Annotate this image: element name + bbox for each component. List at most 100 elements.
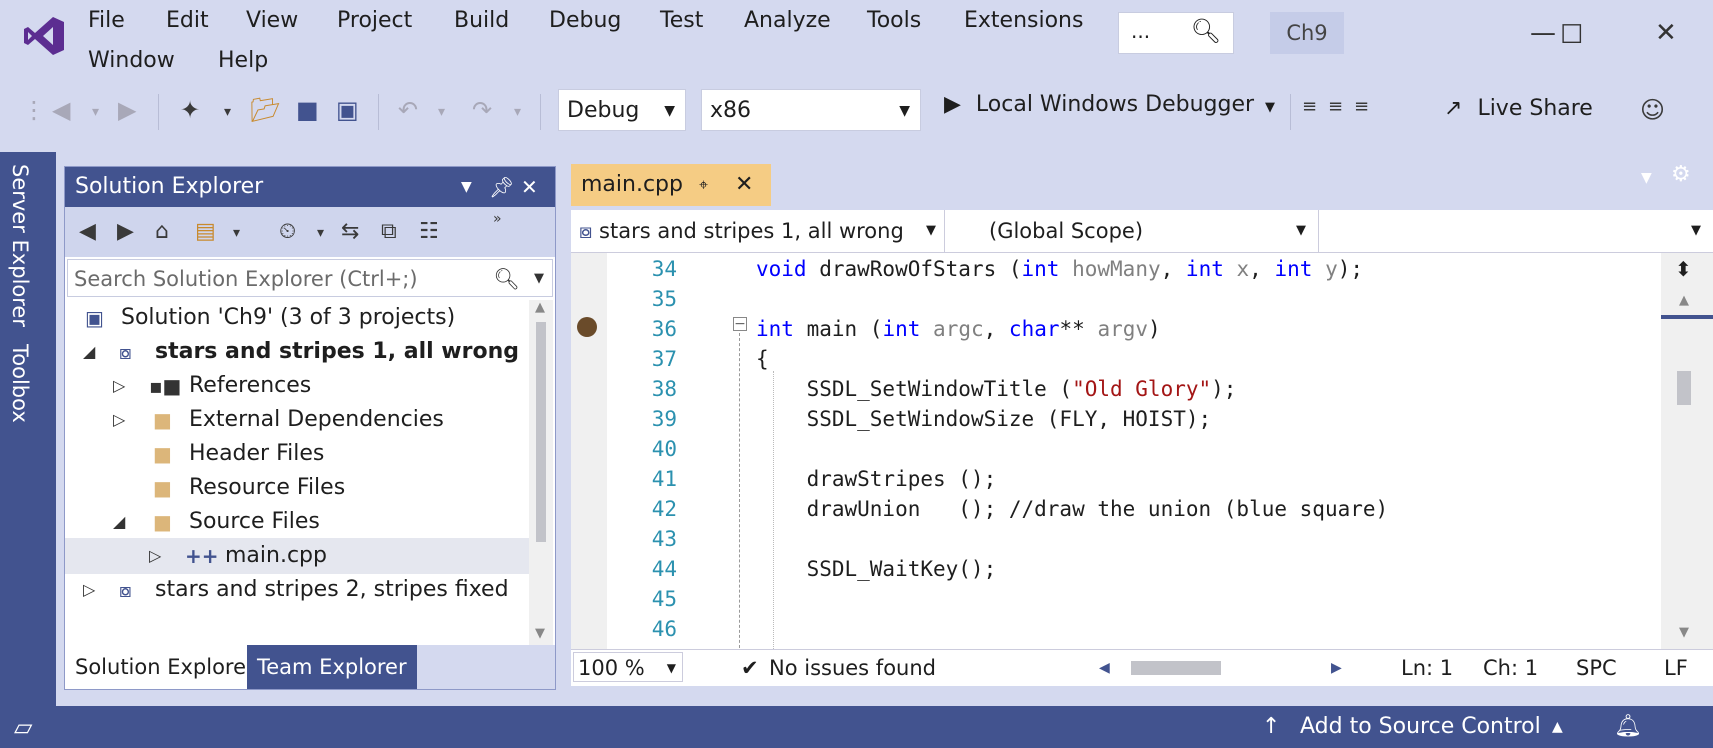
menu-file[interactable]: File: [88, 8, 125, 33]
open-folder-icon[interactable]: 📂︎: [250, 96, 280, 124]
start-debugging-button[interactable]: ▶ Local Windows Debugger ▼: [944, 92, 1275, 117]
solution-tree-scrollbar[interactable]: ▲ ▼: [529, 300, 553, 645]
back-dropdown-icon[interactable]: ▾: [92, 104, 99, 120]
back-icon[interactable]: ◀: [79, 219, 96, 244]
line-indicator[interactable]: Ln: 1: [1401, 650, 1453, 686]
tab-team-explorer[interactable]: Team Explorer: [247, 645, 417, 689]
menu-window[interactable]: Window: [88, 48, 175, 73]
code-area[interactable]: − 34 35 36 37 38 39 40 41 42 43 44 45 46…: [571, 253, 1661, 649]
configuration-select[interactable]: Debug ▼: [558, 89, 686, 131]
toolbox-tab[interactable]: Toolbox: [8, 344, 32, 423]
horizontal-scroll-thumb[interactable]: [1131, 661, 1221, 675]
step-into-icon[interactable]: ≡: [1328, 96, 1343, 117]
scroll-down-icon[interactable]: ▼: [1679, 625, 1689, 640]
source-control-label[interactable]: Add to Source Control: [1300, 706, 1541, 748]
maximize-icon[interactable]: ☐: [1560, 20, 1583, 50]
tree-item-project-1[interactable]: ◢ ⧇ stars and stripes 1, all wrong: [65, 334, 529, 370]
menu-help[interactable]: Help: [218, 48, 268, 73]
gear-icon[interactable]: ⚙: [1671, 162, 1691, 187]
breakpoint-gutter[interactable]: [571, 253, 607, 649]
scroll-up-icon[interactable]: ▲: [1679, 293, 1689, 308]
collapse-region-icon[interactable]: −: [733, 317, 747, 331]
panel-menu-icon[interactable]: ▼: [461, 167, 472, 207]
output-window-icon[interactable]: ▱: [14, 706, 32, 748]
navigate-forward-icon[interactable]: ▶: [118, 96, 136, 124]
tree-item-project-2[interactable]: ▷ ⧇ stars and stripes 2, stripes fixed: [65, 572, 529, 608]
platform-select[interactable]: x86 ▼: [701, 89, 921, 131]
save-all-icon[interactable]: ▣: [336, 96, 359, 124]
pending-changes-icon[interactable]: ⏲: [279, 219, 296, 244]
pending-dropdown-icon[interactable]: ▾: [317, 225, 324, 241]
overflow-icon[interactable]: »: [493, 211, 502, 227]
redo-icon[interactable]: ↷: [472, 96, 492, 124]
scroll-left-icon[interactable]: ◀: [1099, 650, 1110, 686]
menu-test[interactable]: Test: [660, 8, 703, 33]
collapse-all-icon[interactable]: ⧉: [381, 219, 397, 244]
redo-dropdown-icon[interactable]: ▾: [514, 104, 521, 120]
zoom-select[interactable]: 100 % ▼: [573, 652, 683, 682]
menu-extensions[interactable]: Extensions: [964, 8, 1083, 33]
notifications-icon[interactable]: 🔔︎: [1614, 706, 1642, 748]
menu-debug[interactable]: Debug: [549, 8, 621, 33]
show-all-files-icon[interactable]: ☷: [419, 219, 439, 244]
line-ending-indicator[interactable]: LF: [1664, 650, 1688, 686]
project-scope-select[interactable]: ⧇ stars and stripes 1, all wrong ▼: [571, 210, 945, 252]
feedback-icon[interactable]: ☺: [1640, 96, 1665, 124]
minimize-icon[interactable]: —: [1530, 18, 1556, 48]
solution-search-input[interactable]: Search Solution Explorer (Ctrl+;) 🔍︎ ▼: [67, 259, 553, 297]
pin-icon[interactable]: 📌︎: [489, 167, 514, 207]
scroll-up-icon[interactable]: ▲: [535, 300, 545, 315]
global-scope-select[interactable]: (Global Scope) ▼: [949, 210, 1319, 252]
tree-item-solution[interactable]: ▣ Solution 'Ch9' (3 of 3 projects): [65, 300, 529, 336]
close-panel-icon[interactable]: ✕: [521, 167, 538, 207]
tree-item-external-dependencies[interactable]: ▷ ■ External Dependencies: [65, 402, 529, 438]
scrollbar-thumb[interactable]: [536, 322, 546, 542]
undo-icon[interactable]: ↶: [398, 96, 418, 124]
navigate-back-icon[interactable]: ◀: [52, 96, 70, 124]
tree-item-source-files[interactable]: ◢ ■ Source Files: [65, 504, 529, 540]
server-explorer-tab[interactable]: Server Explorer: [8, 164, 32, 327]
issues-status[interactable]: No issues found: [769, 650, 936, 686]
editor-vertical-scrollbar[interactable]: ⬍ ▲ ▼: [1661, 253, 1713, 649]
new-project-icon[interactable]: ✦: [180, 96, 200, 124]
undo-dropdown-icon[interactable]: ▾: [438, 104, 445, 120]
scrollbar-thumb[interactable]: [1677, 371, 1691, 405]
home-icon[interactable]: ⌂: [155, 219, 169, 244]
member-select[interactable]: ▼: [1323, 210, 1713, 252]
scroll-down-icon[interactable]: ▼: [535, 626, 545, 641]
menu-edit[interactable]: Edit: [166, 8, 209, 33]
breakpoint-icon[interactable]: [577, 317, 597, 337]
folder-icon: ■: [153, 408, 172, 432]
new-dropdown-icon[interactable]: ▾: [224, 104, 231, 120]
whitespace-indicator[interactable]: SPC: [1576, 650, 1617, 686]
chevron-up-icon[interactable]: ▲: [1552, 706, 1563, 748]
close-window-icon[interactable]: ✕: [1655, 18, 1677, 48]
scroll-right-icon[interactable]: ▶: [1331, 650, 1342, 686]
menu-project[interactable]: Project: [337, 8, 412, 33]
column-indicator[interactable]: Ch: 1: [1483, 650, 1538, 686]
menu-view[interactable]: View: [246, 8, 298, 33]
tree-item-header-files[interactable]: ■ Header Files: [65, 436, 529, 472]
document-tab[interactable]: main.cpp ⌖ ✕: [571, 164, 771, 206]
tree-item-resource-files[interactable]: ■ Resource Files: [65, 470, 529, 506]
tree-item-references[interactable]: ▷ ▪■ References: [65, 368, 529, 404]
step-over-icon[interactable]: ≡: [1302, 96, 1317, 117]
cpp-project-icon: ⧇: [579, 219, 593, 243]
sync-icon[interactable]: ⇆: [341, 219, 359, 244]
tab-solution-explorer[interactable]: Solution Explorer: [65, 645, 265, 689]
save-icon[interactable]: ■: [296, 96, 319, 124]
tree-item-main-cpp[interactable]: ▷ ++ main.cpp: [65, 538, 529, 574]
forward-icon[interactable]: ▶: [117, 219, 134, 244]
search-box[interactable]: ... 🔍︎: [1118, 12, 1234, 54]
close-tab-icon[interactable]: ✕: [735, 164, 753, 206]
menu-tools[interactable]: Tools: [867, 8, 921, 33]
pin-tab-icon[interactable]: ⌖: [699, 164, 708, 206]
menu-build[interactable]: Build: [454, 8, 509, 33]
tab-list-icon[interactable]: ▼: [1641, 170, 1652, 186]
live-share-button[interactable]: ↗ Live Share: [1444, 96, 1593, 121]
step-out-icon[interactable]: ≡: [1354, 96, 1369, 117]
switch-views-dropdown-icon[interactable]: ▾: [233, 225, 240, 241]
switch-views-icon[interactable]: ▤: [195, 219, 216, 244]
menu-analyze[interactable]: Analyze: [744, 8, 831, 33]
split-view-icon[interactable]: ⬍: [1675, 257, 1692, 281]
